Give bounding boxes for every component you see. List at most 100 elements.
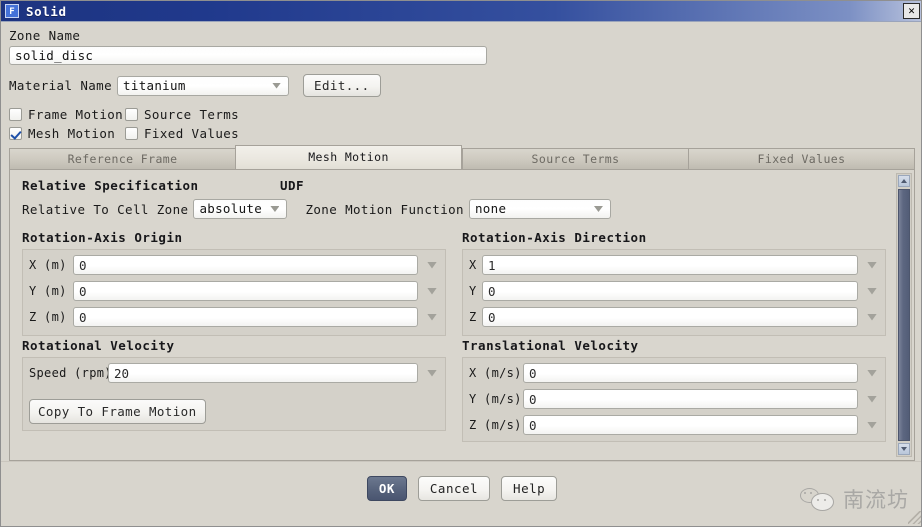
origin-z-row: Z (m) 0 — [29, 307, 439, 327]
rotation-axis-origin-group: Rotation-Axis Origin X (m) 0 Y (m) 0 Z (… — [22, 230, 446, 336]
checkbox-frame-motion-label: Frame Motion — [28, 107, 124, 122]
solid-dialog-window: F Solid ✕ Zone Name solid_disc Material … — [0, 0, 922, 527]
panel-vertical-scrollbar[interactable] — [896, 173, 912, 457]
trans-x-label: X (m/s) — [469, 366, 522, 380]
translational-velocity-group: Translational Velocity X (m/s) 0 Y (m/s)… — [462, 338, 886, 442]
speed-row: Speed (rpm) 20 — [29, 363, 439, 383]
origin-x-label: X (m) — [29, 258, 67, 272]
checkbox-mesh-motion-label: Mesh Motion — [28, 126, 116, 141]
direction-x-label: X — [469, 258, 477, 272]
material-name-row: Material Name titanium Edit... — [9, 74, 915, 97]
direction-z-label: Z — [469, 310, 477, 324]
trans-y-input[interactable]: 0 — [523, 389, 858, 409]
translational-velocity-title: Translational Velocity — [462, 338, 639, 353]
chevron-down-icon[interactable] — [867, 369, 877, 377]
chevron-down-icon[interactable] — [427, 261, 437, 269]
origin-x-row: X (m) 0 — [29, 255, 439, 275]
trans-z-label: Z (m/s) — [469, 418, 522, 432]
material-name-select[interactable]: titanium — [117, 75, 290, 96]
origin-y-input[interactable]: 0 — [73, 281, 418, 301]
dialog-footer: OK Cancel Help 南流坊 — [1, 461, 921, 526]
tab-bar: Reference Frame Mesh Motion Source Terms… — [9, 145, 915, 169]
checkbox-source-terms[interactable]: Source Terms — [125, 107, 239, 122]
tab-fixed-values[interactable]: Fixed Values — [688, 148, 915, 169]
wechat-bubbles-icon — [800, 486, 834, 512]
fluent-f-icon: F — [5, 4, 19, 18]
close-icon[interactable]: ✕ — [903, 3, 920, 19]
motion-options-checkboxes: Frame Motion Source Terms Mesh Motion Fi… — [9, 107, 915, 141]
origin-z-input[interactable]: 0 — [73, 307, 418, 327]
material-name-label: Material Name — [9, 78, 113, 93]
chevron-down-icon[interactable] — [867, 313, 877, 321]
resize-grip-icon[interactable] — [908, 511, 921, 524]
rotation-axis-origin-body: X (m) 0 Y (m) 0 Z (m) 0 — [22, 249, 446, 336]
direction-x-row: X 1 — [469, 255, 879, 275]
origin-x-input[interactable]: 0 — [73, 255, 418, 275]
rotational-velocity-body: Speed (rpm) 20 Copy To Frame Motion — [22, 357, 446, 431]
direction-x-input[interactable]: 1 — [482, 255, 858, 275]
relative-spec-udf-fields: Relative To Cell Zone absolute Zone Moti… — [22, 199, 882, 219]
tab-reference-frame[interactable]: Reference Frame — [9, 148, 235, 169]
zone-motion-function-select[interactable]: none — [468, 199, 611, 219]
material-name-value: titanium — [123, 77, 186, 93]
checkbox-source-terms-label: Source Terms — [144, 107, 240, 122]
zone-name-input[interactable]: solid_disc — [9, 46, 487, 65]
scroll-down-arrow-icon[interactable] — [898, 443, 910, 455]
direction-y-row: Y 0 — [469, 281, 879, 301]
chevron-down-icon[interactable] — [427, 313, 437, 321]
chevron-down-icon — [272, 82, 282, 89]
chevron-down-icon — [270, 206, 280, 212]
watermark-text: 南流坊 — [843, 488, 909, 512]
help-button[interactable]: Help — [501, 476, 558, 501]
mesh-motion-panel: Relative Specification UDF Relative To C… — [9, 169, 915, 461]
checkbox-mesh-motion[interactable]: Mesh Motion — [9, 126, 125, 141]
tab-source-terms[interactable]: Source Terms — [462, 148, 688, 169]
edit-material-button[interactable]: Edit... — [303, 74, 381, 97]
trans-y-label: Y (m/s) — [469, 392, 522, 406]
relative-to-cell-zone-value: absolute — [199, 201, 263, 216]
cancel-button[interactable]: Cancel — [417, 476, 491, 501]
chevron-down-icon[interactable] — [867, 261, 877, 269]
checkbox-frame-motion[interactable]: Frame Motion — [9, 107, 125, 122]
chevron-down-icon[interactable] — [867, 287, 877, 295]
translational-velocity-body: X (m/s) 0 Y (m/s) 0 Z (m/s) 0 — [462, 357, 886, 442]
relative-spec-udf-row: Relative Specification UDF Relative To C… — [22, 178, 882, 219]
zone-name-label: Zone Name — [9, 28, 81, 43]
speed-label: Speed (rpm) — [29, 366, 112, 380]
titlebar: F Solid ✕ — [1, 1, 921, 22]
chevron-down-icon[interactable] — [427, 287, 437, 295]
watermark: 南流坊 — [767, 474, 919, 524]
direction-z-input[interactable]: 0 — [482, 307, 858, 327]
trans-z-input[interactable]: 0 — [523, 415, 858, 435]
relative-to-cell-zone-select[interactable]: absolute — [193, 199, 288, 219]
tab-mesh-motion[interactable]: Mesh Motion — [235, 145, 462, 169]
trans-y-row: Y (m/s) 0 — [469, 389, 879, 409]
scrollbar-thumb[interactable] — [898, 189, 910, 441]
window-title: Solid — [26, 3, 67, 19]
direction-y-label: Y — [469, 284, 477, 298]
relative-specification-title: Relative Specification — [22, 178, 199, 193]
trans-x-row: X (m/s) 0 — [469, 363, 879, 383]
speed-input[interactable]: 20 — [108, 363, 418, 383]
rotational-velocity-group: Rotational Velocity Speed (rpm) 20 Copy … — [22, 338, 446, 431]
trans-x-input[interactable]: 0 — [523, 363, 858, 383]
zone-motion-function-value: none — [474, 201, 507, 216]
rotation-axis-origin-title: Rotation-Axis Origin — [22, 230, 183, 245]
zone-motion-function-group: Zone Motion Function none — [305, 199, 611, 219]
checkbox-fixed-values[interactable]: Fixed Values — [125, 126, 239, 141]
chevron-down-icon[interactable] — [427, 369, 437, 377]
scroll-up-arrow-icon[interactable] — [898, 175, 910, 187]
origin-y-label: Y (m) — [29, 284, 67, 298]
checkbox-box-icon — [125, 108, 138, 121]
checkbox-checked-icon — [9, 127, 22, 140]
copy-to-frame-motion-button[interactable]: Copy To Frame Motion — [29, 399, 206, 424]
ok-button[interactable]: OK — [366, 476, 407, 501]
direction-z-row: Z 0 — [469, 307, 879, 327]
origin-y-row: Y (m) 0 — [29, 281, 439, 301]
chevron-down-icon[interactable] — [867, 421, 877, 429]
direction-y-input[interactable]: 0 — [482, 281, 858, 301]
checkbox-box-icon — [9, 108, 22, 121]
rotational-velocity-title: Rotational Velocity — [22, 338, 175, 353]
chevron-down-icon[interactable] — [867, 395, 877, 403]
zone-motion-function-label: Zone Motion Function — [305, 201, 464, 217]
